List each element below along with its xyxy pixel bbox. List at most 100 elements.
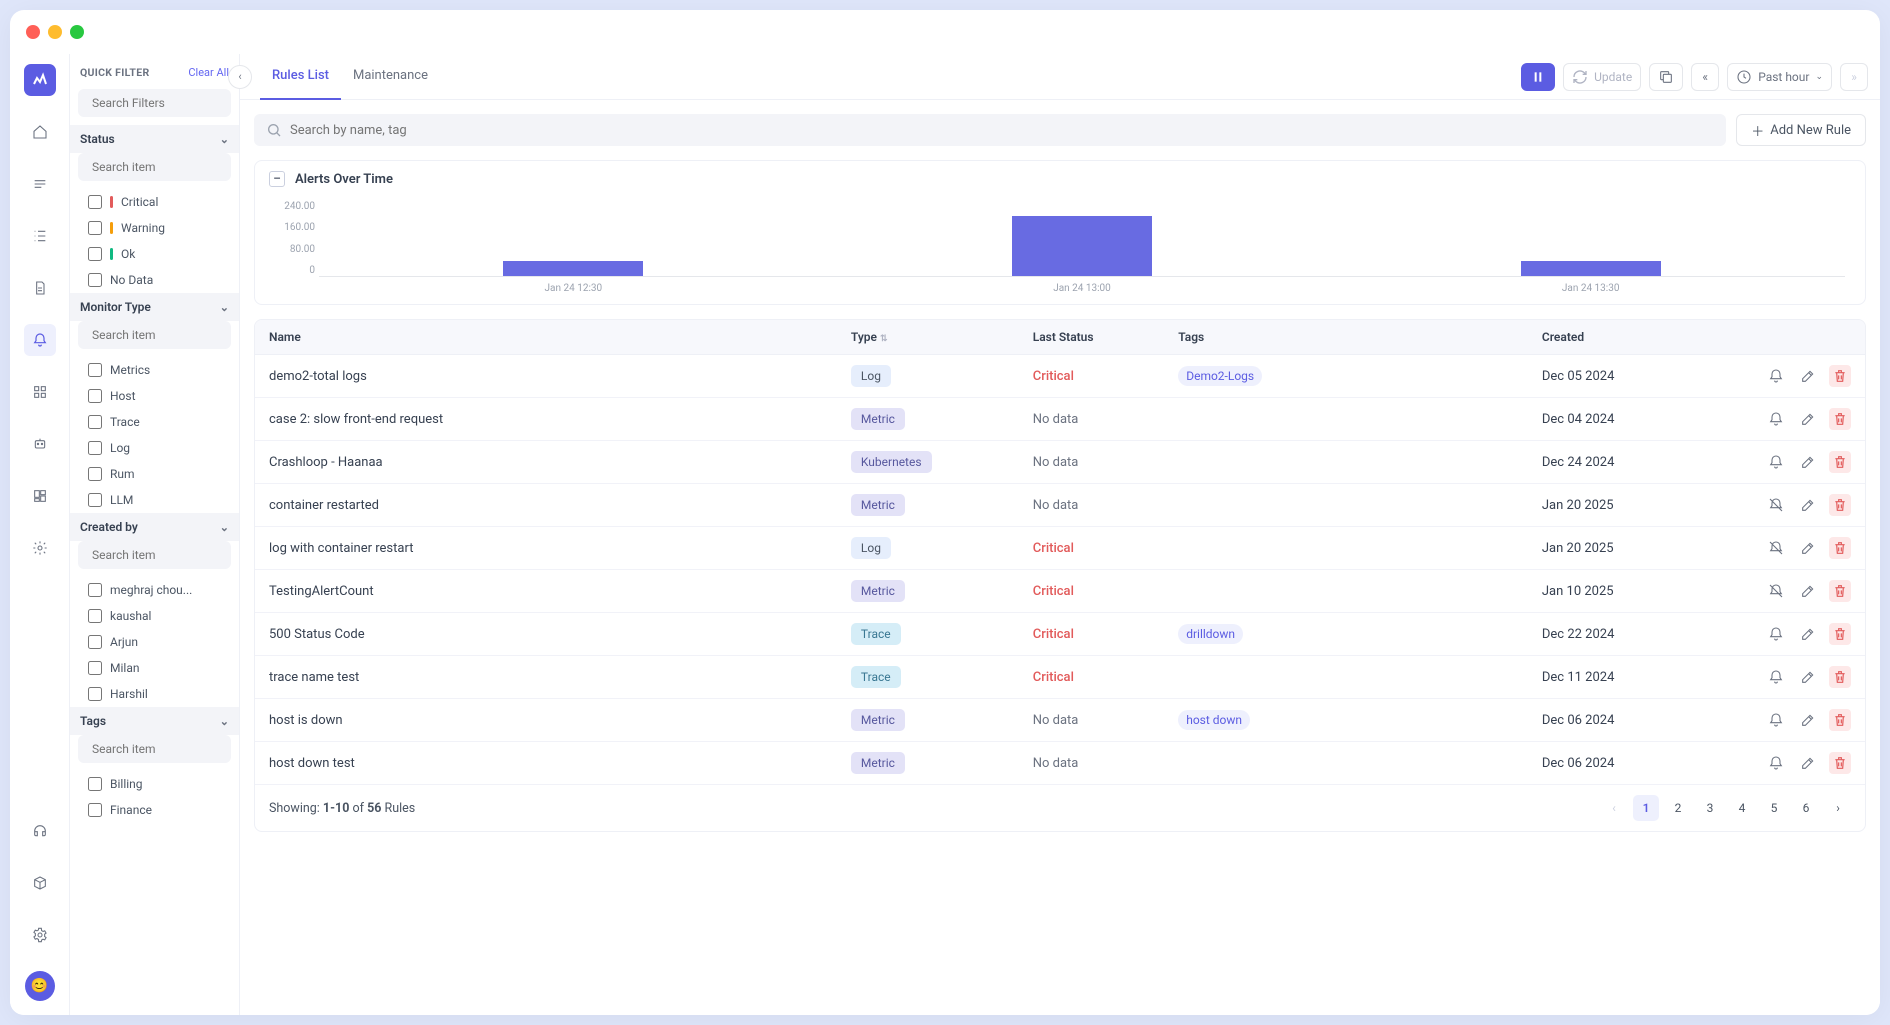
back-button[interactable]: « xyxy=(1691,63,1719,91)
nav-apps-icon[interactable] xyxy=(24,376,56,408)
filter-item[interactable]: Rum xyxy=(70,461,239,487)
filter-checkbox[interactable] xyxy=(88,777,102,791)
edit-icon[interactable] xyxy=(1797,494,1819,516)
minimize-window-icon[interactable] xyxy=(48,25,62,39)
filter-checkbox[interactable] xyxy=(88,687,102,701)
filter-item[interactable]: Milan xyxy=(70,655,239,681)
col-status[interactable]: Last Status xyxy=(1033,330,1178,344)
status-search-input[interactable] xyxy=(78,153,231,181)
page-5[interactable]: 5 xyxy=(1761,795,1787,821)
bell-icon[interactable] xyxy=(1765,451,1787,473)
nav-support-icon[interactable] xyxy=(24,815,56,847)
filter-checkbox[interactable] xyxy=(88,389,102,403)
filter-item[interactable]: Log xyxy=(70,435,239,461)
col-type[interactable]: Type ⇅ xyxy=(851,330,1033,344)
pause-button[interactable] xyxy=(1521,63,1555,91)
delete-icon[interactable] xyxy=(1829,365,1851,387)
filter-checkbox[interactable] xyxy=(88,363,102,377)
filter-item[interactable]: Billing xyxy=(70,771,239,797)
update-button[interactable]: Update xyxy=(1563,63,1641,91)
group-monitor-type[interactable]: Monitor Type⌄ xyxy=(70,293,239,321)
delete-icon[interactable] xyxy=(1829,666,1851,688)
table-row[interactable]: host is downMetricNo datahost downDec 06… xyxy=(255,699,1865,742)
group-status[interactable]: Status⌄ xyxy=(70,125,239,153)
edit-icon[interactable] xyxy=(1797,537,1819,559)
filter-item[interactable]: Metrics xyxy=(70,357,239,383)
chart-header[interactable]: −Alerts Over Time xyxy=(255,161,1865,197)
table-row[interactable]: log with container restartLogCriticalJan… xyxy=(255,527,1865,570)
nav-list-icon[interactable] xyxy=(24,220,56,252)
app-logo[interactable] xyxy=(24,64,56,96)
delete-icon[interactable] xyxy=(1829,580,1851,602)
filter-item[interactable]: Warning xyxy=(70,215,239,241)
filter-item[interactable]: meghraj chou... xyxy=(70,577,239,603)
page-prev[interactable]: ‹ xyxy=(1601,795,1627,821)
nav-alerts-icon[interactable] xyxy=(24,324,56,356)
close-window-icon[interactable] xyxy=(26,25,40,39)
nav-gear-icon[interactable] xyxy=(24,919,56,951)
filter-checkbox[interactable] xyxy=(88,221,102,235)
time-range-button[interactable]: Past hour⌄ xyxy=(1727,63,1832,91)
delete-icon[interactable] xyxy=(1829,752,1851,774)
nav-dashboard-icon[interactable] xyxy=(24,480,56,512)
page-2[interactable]: 2 xyxy=(1665,795,1691,821)
collapse-sidebar-button[interactable]: ‹ xyxy=(228,65,252,89)
delete-icon[interactable] xyxy=(1829,494,1851,516)
filter-checkbox[interactable] xyxy=(88,635,102,649)
bell-icon[interactable] xyxy=(1765,666,1787,688)
table-row[interactable]: container restartedMetricNo dataJan 20 2… xyxy=(255,484,1865,527)
nav-doc-icon[interactable] xyxy=(24,272,56,304)
table-row[interactable]: demo2-total logsLogCriticalDemo2-LogsDec… xyxy=(255,355,1865,398)
filter-checkbox[interactable] xyxy=(88,195,102,209)
edit-icon[interactable] xyxy=(1797,365,1819,387)
filter-checkbox[interactable] xyxy=(88,247,102,261)
maximize-window-icon[interactable] xyxy=(70,25,84,39)
tab-maintenance[interactable]: Maintenance xyxy=(341,54,440,100)
table-row[interactable]: case 2: slow front-end requestMetricNo d… xyxy=(255,398,1865,441)
delete-icon[interactable] xyxy=(1829,623,1851,645)
filter-checkbox[interactable] xyxy=(88,803,102,817)
filter-item[interactable]: Harshil xyxy=(70,681,239,707)
group-tags[interactable]: Tags⌄ xyxy=(70,707,239,735)
filter-checkbox[interactable] xyxy=(88,273,102,287)
search-rules-input[interactable] xyxy=(254,114,1726,146)
forward-button[interactable]: » xyxy=(1840,63,1868,91)
tags-search-input[interactable] xyxy=(78,735,231,763)
created-search-input[interactable] xyxy=(78,541,231,569)
bell-icon[interactable] xyxy=(1765,623,1787,645)
filter-checkbox[interactable] xyxy=(88,493,102,507)
page-3[interactable]: 3 xyxy=(1697,795,1723,821)
delete-icon[interactable] xyxy=(1829,709,1851,731)
bell-off-icon[interactable] xyxy=(1765,537,1787,559)
filter-item[interactable]: Critical xyxy=(70,189,239,215)
user-avatar[interactable]: 😊 xyxy=(25,971,55,1001)
delete-icon[interactable] xyxy=(1829,408,1851,430)
filter-item[interactable]: Ok xyxy=(70,241,239,267)
edit-icon[interactable] xyxy=(1797,451,1819,473)
filter-checkbox[interactable] xyxy=(88,441,102,455)
bell-off-icon[interactable] xyxy=(1765,580,1787,602)
filter-item[interactable]: LLM xyxy=(70,487,239,513)
bell-icon[interactable] xyxy=(1765,408,1787,430)
bell-icon[interactable] xyxy=(1765,709,1787,731)
bell-icon[interactable] xyxy=(1765,365,1787,387)
tag-link[interactable]: host down xyxy=(1178,710,1250,730)
edit-icon[interactable] xyxy=(1797,408,1819,430)
col-name[interactable]: Name xyxy=(269,330,851,344)
edit-icon[interactable] xyxy=(1797,752,1819,774)
group-created-by[interactable]: Created by⌄ xyxy=(70,513,239,541)
edit-icon[interactable] xyxy=(1797,666,1819,688)
bell-icon[interactable] xyxy=(1765,752,1787,774)
filter-item[interactable]: kaushal xyxy=(70,603,239,629)
col-tags[interactable]: Tags xyxy=(1178,330,1542,344)
table-row[interactable]: trace name testTraceCriticalDec 11 2024 xyxy=(255,656,1865,699)
page-4[interactable]: 4 xyxy=(1729,795,1755,821)
filter-checkbox[interactable] xyxy=(88,415,102,429)
delete-icon[interactable] xyxy=(1829,537,1851,559)
edit-icon[interactable] xyxy=(1797,623,1819,645)
filter-checkbox[interactable] xyxy=(88,467,102,481)
add-new-rule-button[interactable]: ＋Add New Rule xyxy=(1736,114,1866,146)
nav-home-icon[interactable] xyxy=(24,116,56,148)
edit-icon[interactable] xyxy=(1797,709,1819,731)
nav-infra-icon[interactable] xyxy=(24,168,56,200)
